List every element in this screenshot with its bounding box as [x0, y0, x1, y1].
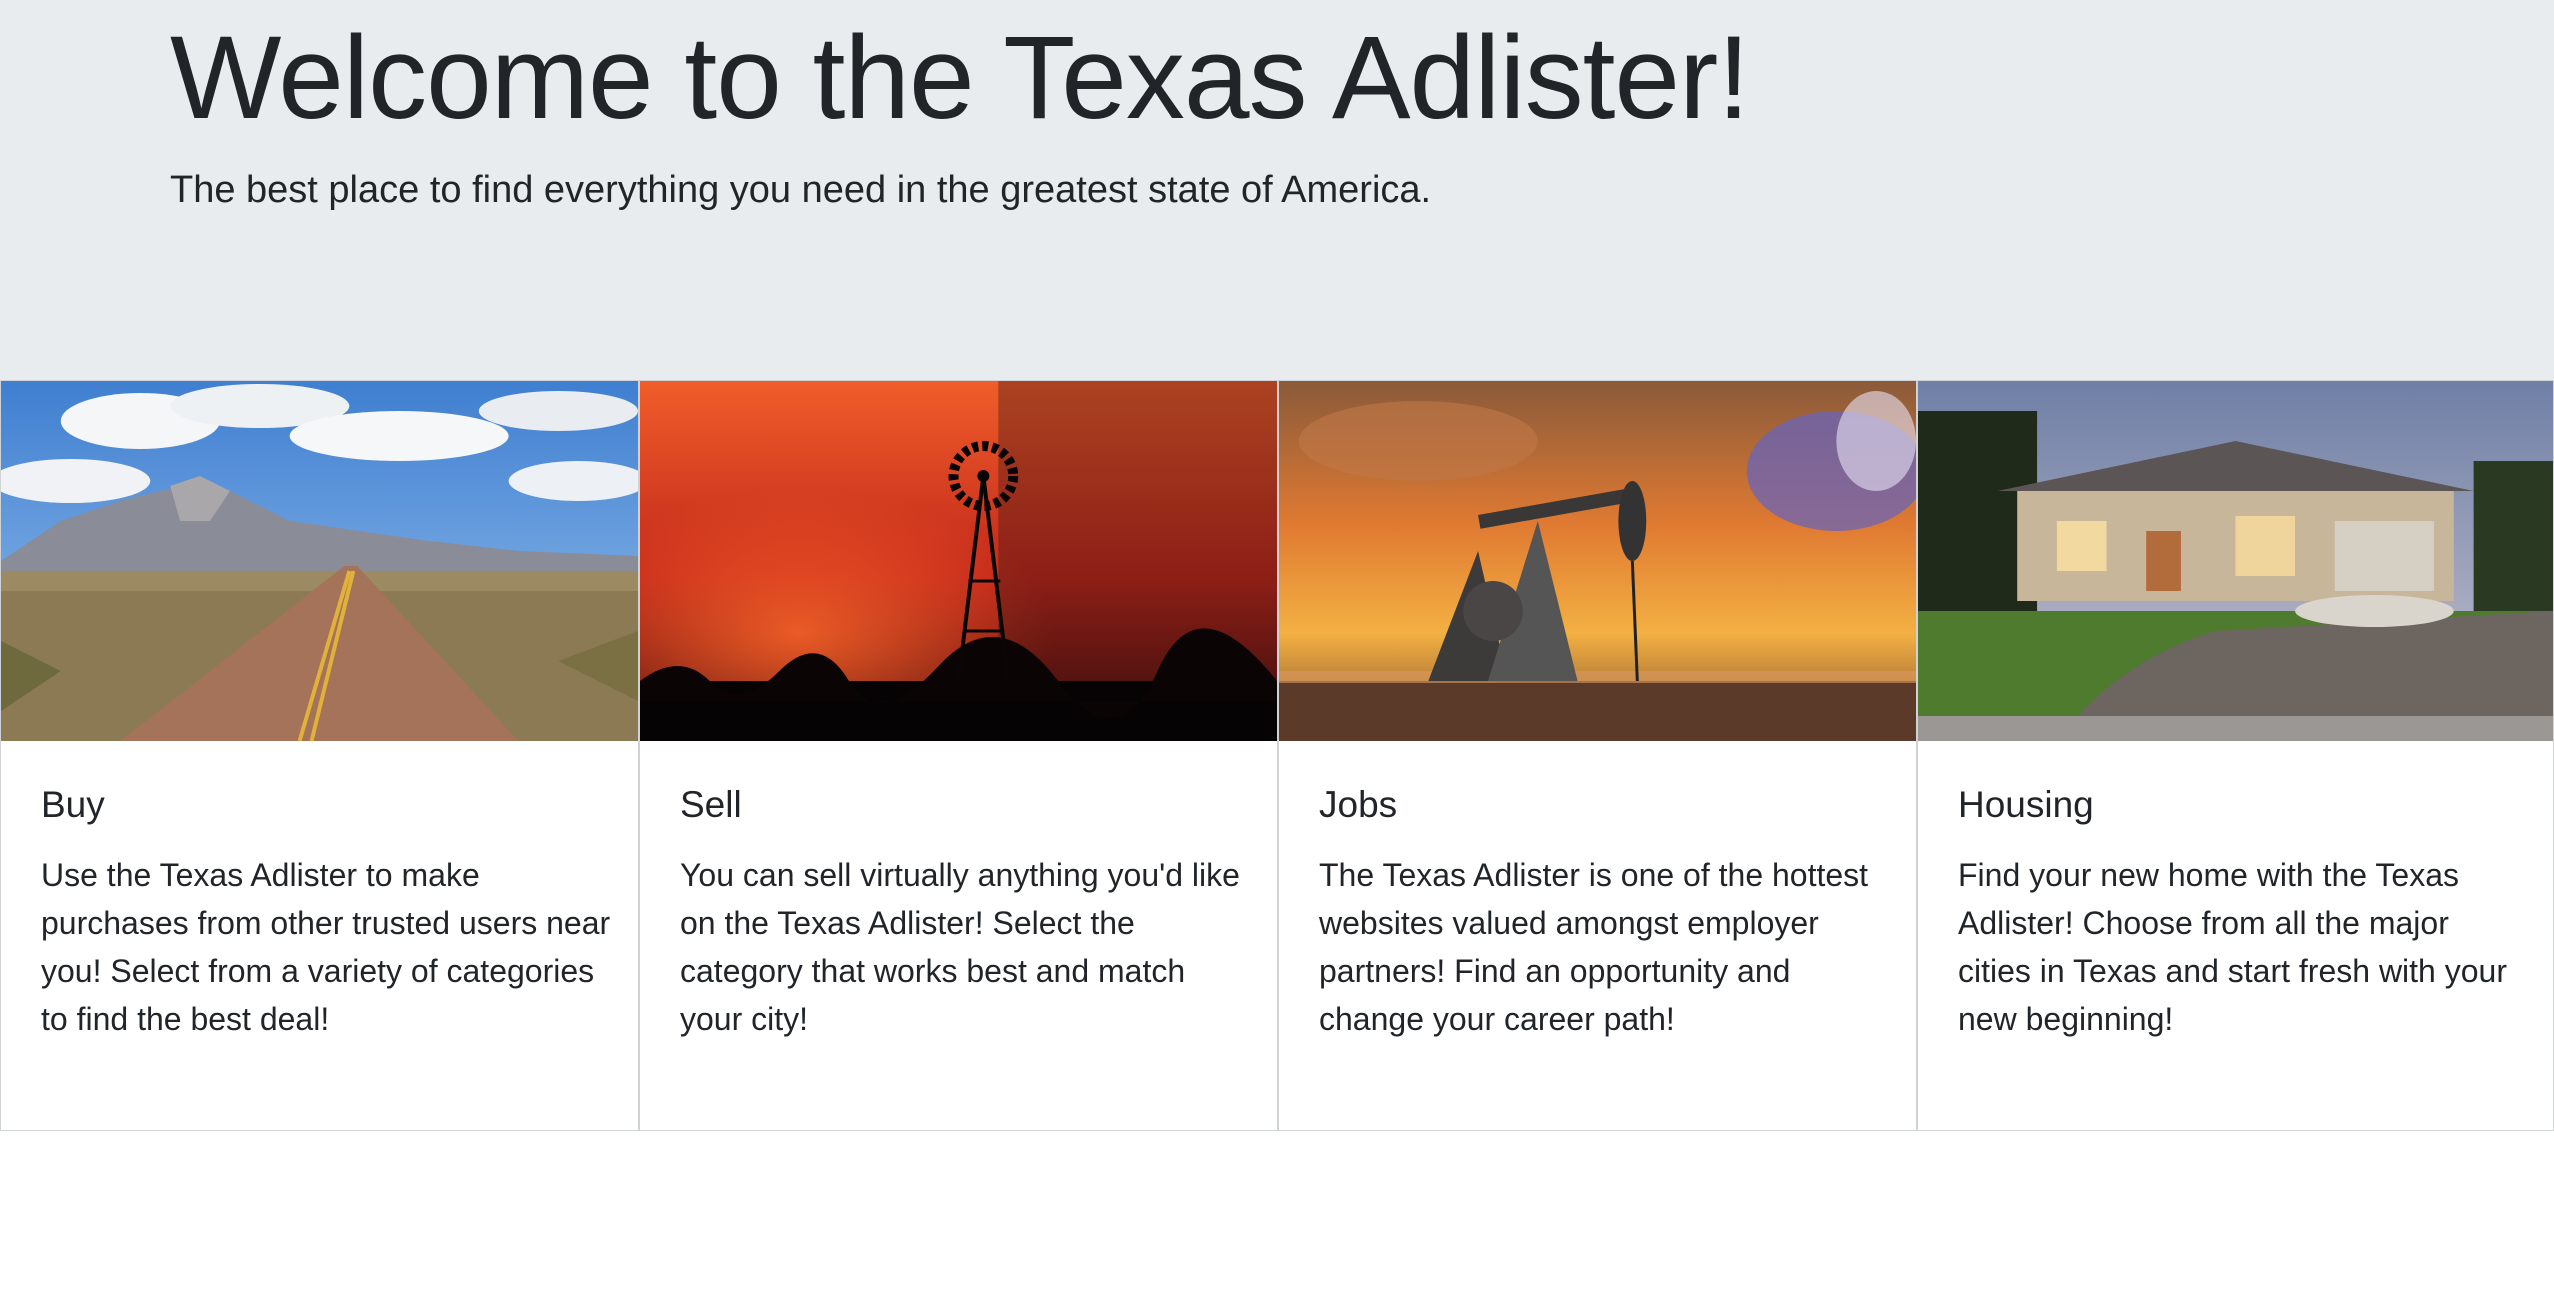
jumbotron: Welcome to the Texas Adlister! The best …: [0, 0, 2554, 380]
oil-pumpjack-image: [1279, 381, 1916, 741]
card-group: Buy Use the Texas Adlister to make purch…: [0, 380, 2554, 1133]
house-image: [1918, 381, 2553, 741]
card-jobs: Jobs The Texas Adlister is one of the ho…: [1278, 380, 1917, 1131]
desert-road-image: [1, 381, 638, 741]
card-text: Use the Texas Adlister to make purchases…: [41, 857, 611, 1037]
card-sell: Sell You can sell virtually anything you…: [639, 380, 1278, 1131]
card-housing: Housing Find your new home with the Texa…: [1917, 380, 2554, 1131]
card-text: You can sell virtually anything you'd li…: [680, 857, 1240, 1037]
page-lead: The best place to find everything you ne…: [170, 169, 1432, 211]
card-title: Housing: [1958, 784, 2094, 825]
card-buy: Buy Use the Texas Adlister to make purch…: [0, 380, 639, 1131]
card-title: Sell: [680, 784, 742, 825]
card-title: Buy: [41, 784, 105, 825]
page-title: Welcome to the Texas Adlister!: [170, 12, 1750, 144]
card-text: The Texas Adlister is one of the hottest…: [1319, 857, 1869, 1037]
windmill-sunset-image: [640, 381, 1277, 741]
card-title: Jobs: [1319, 784, 1398, 825]
card-text: Find your new home with the Texas Adlist…: [1958, 857, 2507, 1037]
